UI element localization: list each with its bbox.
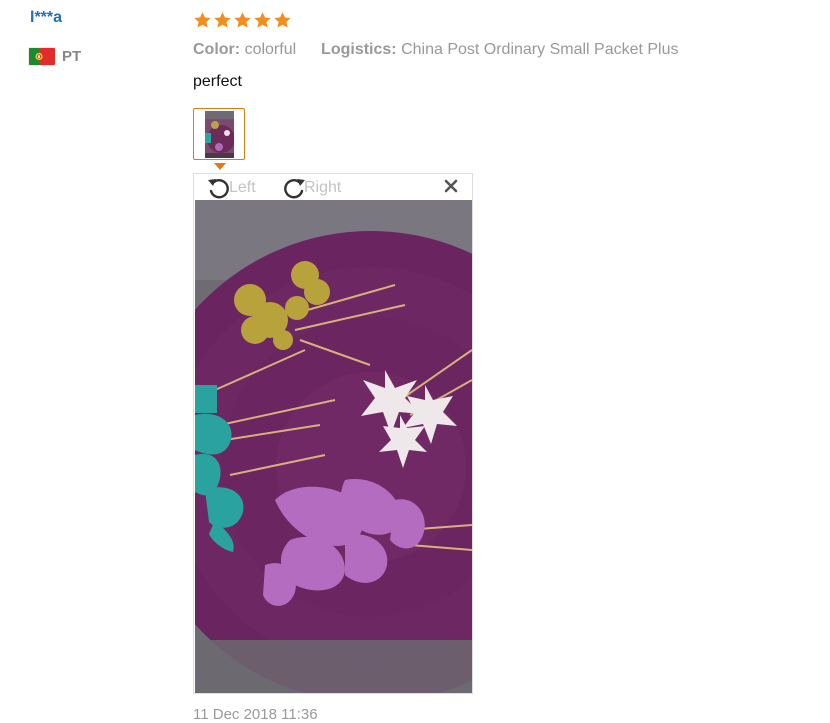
- review-date: 11 Dec 2018 11:36: [193, 706, 318, 723]
- star-rating: [193, 11, 292, 30]
- logistics-attribute-label: Logistics:: [321, 41, 397, 58]
- review-photo-thumbnail[interactable]: [193, 108, 245, 160]
- portugal-flag-icon: [29, 47, 55, 65]
- thumbnail-image: [205, 111, 234, 158]
- star-icon: [234, 12, 251, 28]
- rotate-left-button[interactable]: Left: [205, 175, 256, 201]
- reviewer-country: PT: [29, 46, 81, 66]
- review-photo: [195, 200, 472, 693]
- image-viewer-toolbar: Left Right: [194, 174, 472, 200]
- reviewer-name[interactable]: l***a: [30, 9, 62, 27]
- star-icon: [194, 12, 211, 28]
- close-icon[interactable]: [444, 179, 458, 193]
- rotate-right-button[interactable]: Right: [280, 175, 341, 201]
- star-icon: [274, 12, 291, 28]
- product-attributes: Color: colorful Logistics: China Post Or…: [193, 41, 679, 59]
- selected-thumbnail-pointer: [214, 163, 226, 170]
- star-icon: [254, 12, 271, 28]
- star-icon: [214, 12, 231, 28]
- rotate-right-label: Right: [304, 179, 342, 196]
- logistics-attribute-value: China Post Ordinary Small Packet Plus: [401, 41, 679, 58]
- image-viewer: Left Right: [193, 173, 473, 694]
- review-text: perfect: [193, 73, 242, 90]
- rotate-left-label: Left: [229, 179, 256, 196]
- color-attribute-label: Color:: [193, 41, 241, 58]
- color-attribute-value: colorful: [244, 41, 297, 58]
- country-code: PT: [62, 47, 82, 65]
